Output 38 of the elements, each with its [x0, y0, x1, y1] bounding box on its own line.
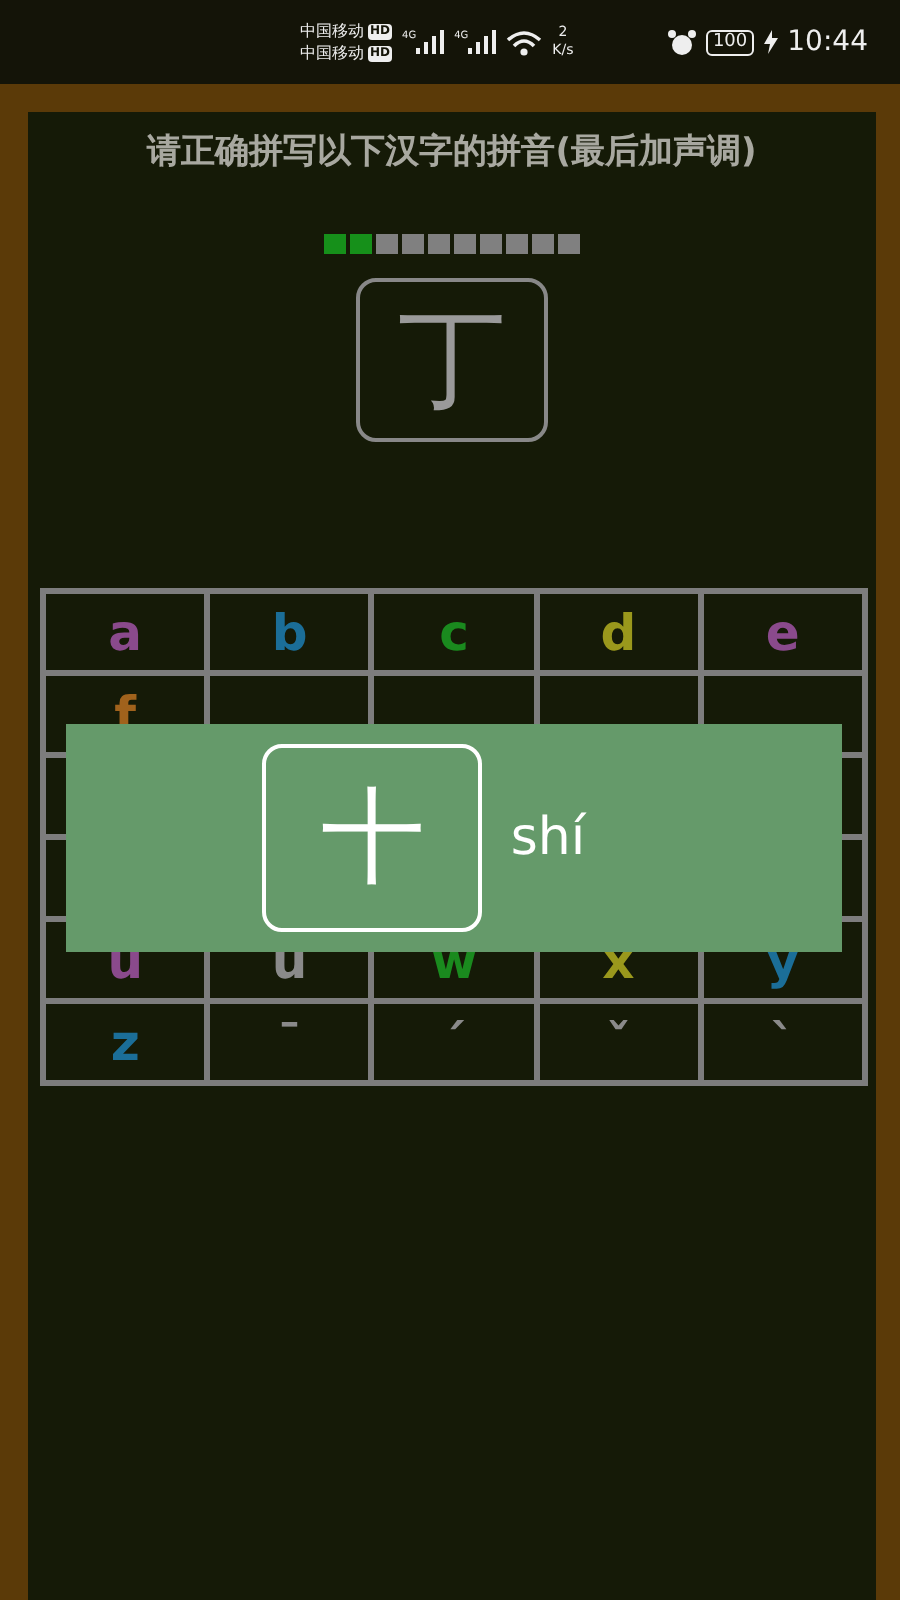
key-letter: u [271, 935, 308, 985]
key-letter: e [765, 607, 800, 657]
letter-key[interactable]: e [703, 594, 862, 670]
key-letter: ` [770, 1017, 796, 1067]
battery-level: 100 [706, 29, 754, 55]
key-letter: x [602, 935, 635, 985]
pinyin-text: shí [510, 808, 586, 868]
key-letter: y [766, 935, 800, 985]
carrier-name: 中国移动 [300, 42, 364, 64]
letter-key[interactable]: a [46, 594, 205, 670]
key-letter: d [600, 607, 637, 657]
letter-key[interactable]: ` [703, 1004, 862, 1080]
letter-key[interactable]: ˇ [539, 1004, 698, 1080]
key-letter: c [439, 607, 469, 657]
key-letter: a [108, 607, 143, 657]
prompt-text: 请正确拼写以下汉字的拼音(最后加声调) [147, 130, 757, 174]
key-letter: b [271, 607, 308, 657]
signal-icon [416, 30, 445, 54]
key-letter: z [110, 1017, 140, 1067]
letter-key[interactable]: c [374, 594, 534, 670]
letter-key[interactable]: b [210, 594, 369, 670]
carrier-name: 中国移动 [300, 20, 364, 42]
clock-time: 10:44 [787, 26, 868, 58]
wifi-icon [506, 29, 543, 55]
question-character: 丁 [398, 306, 506, 414]
letter-key[interactable]: z [46, 1004, 205, 1080]
key-letter: ¯ [277, 1017, 303, 1067]
signal-icon [468, 30, 497, 54]
letter-key[interactable]: d [539, 594, 698, 670]
answer-character: 十 [320, 786, 425, 890]
charging-icon [763, 30, 778, 54]
letter-key[interactable]: ¯ [210, 1004, 369, 1080]
letter-key[interactable]: ´ [374, 1004, 534, 1080]
key-letter: ˇ [605, 1017, 631, 1067]
key-letter: u [107, 935, 143, 985]
alarm-icon [668, 29, 697, 55]
key-letter: w [430, 935, 478, 985]
key-letter: ´ [441, 1017, 467, 1067]
